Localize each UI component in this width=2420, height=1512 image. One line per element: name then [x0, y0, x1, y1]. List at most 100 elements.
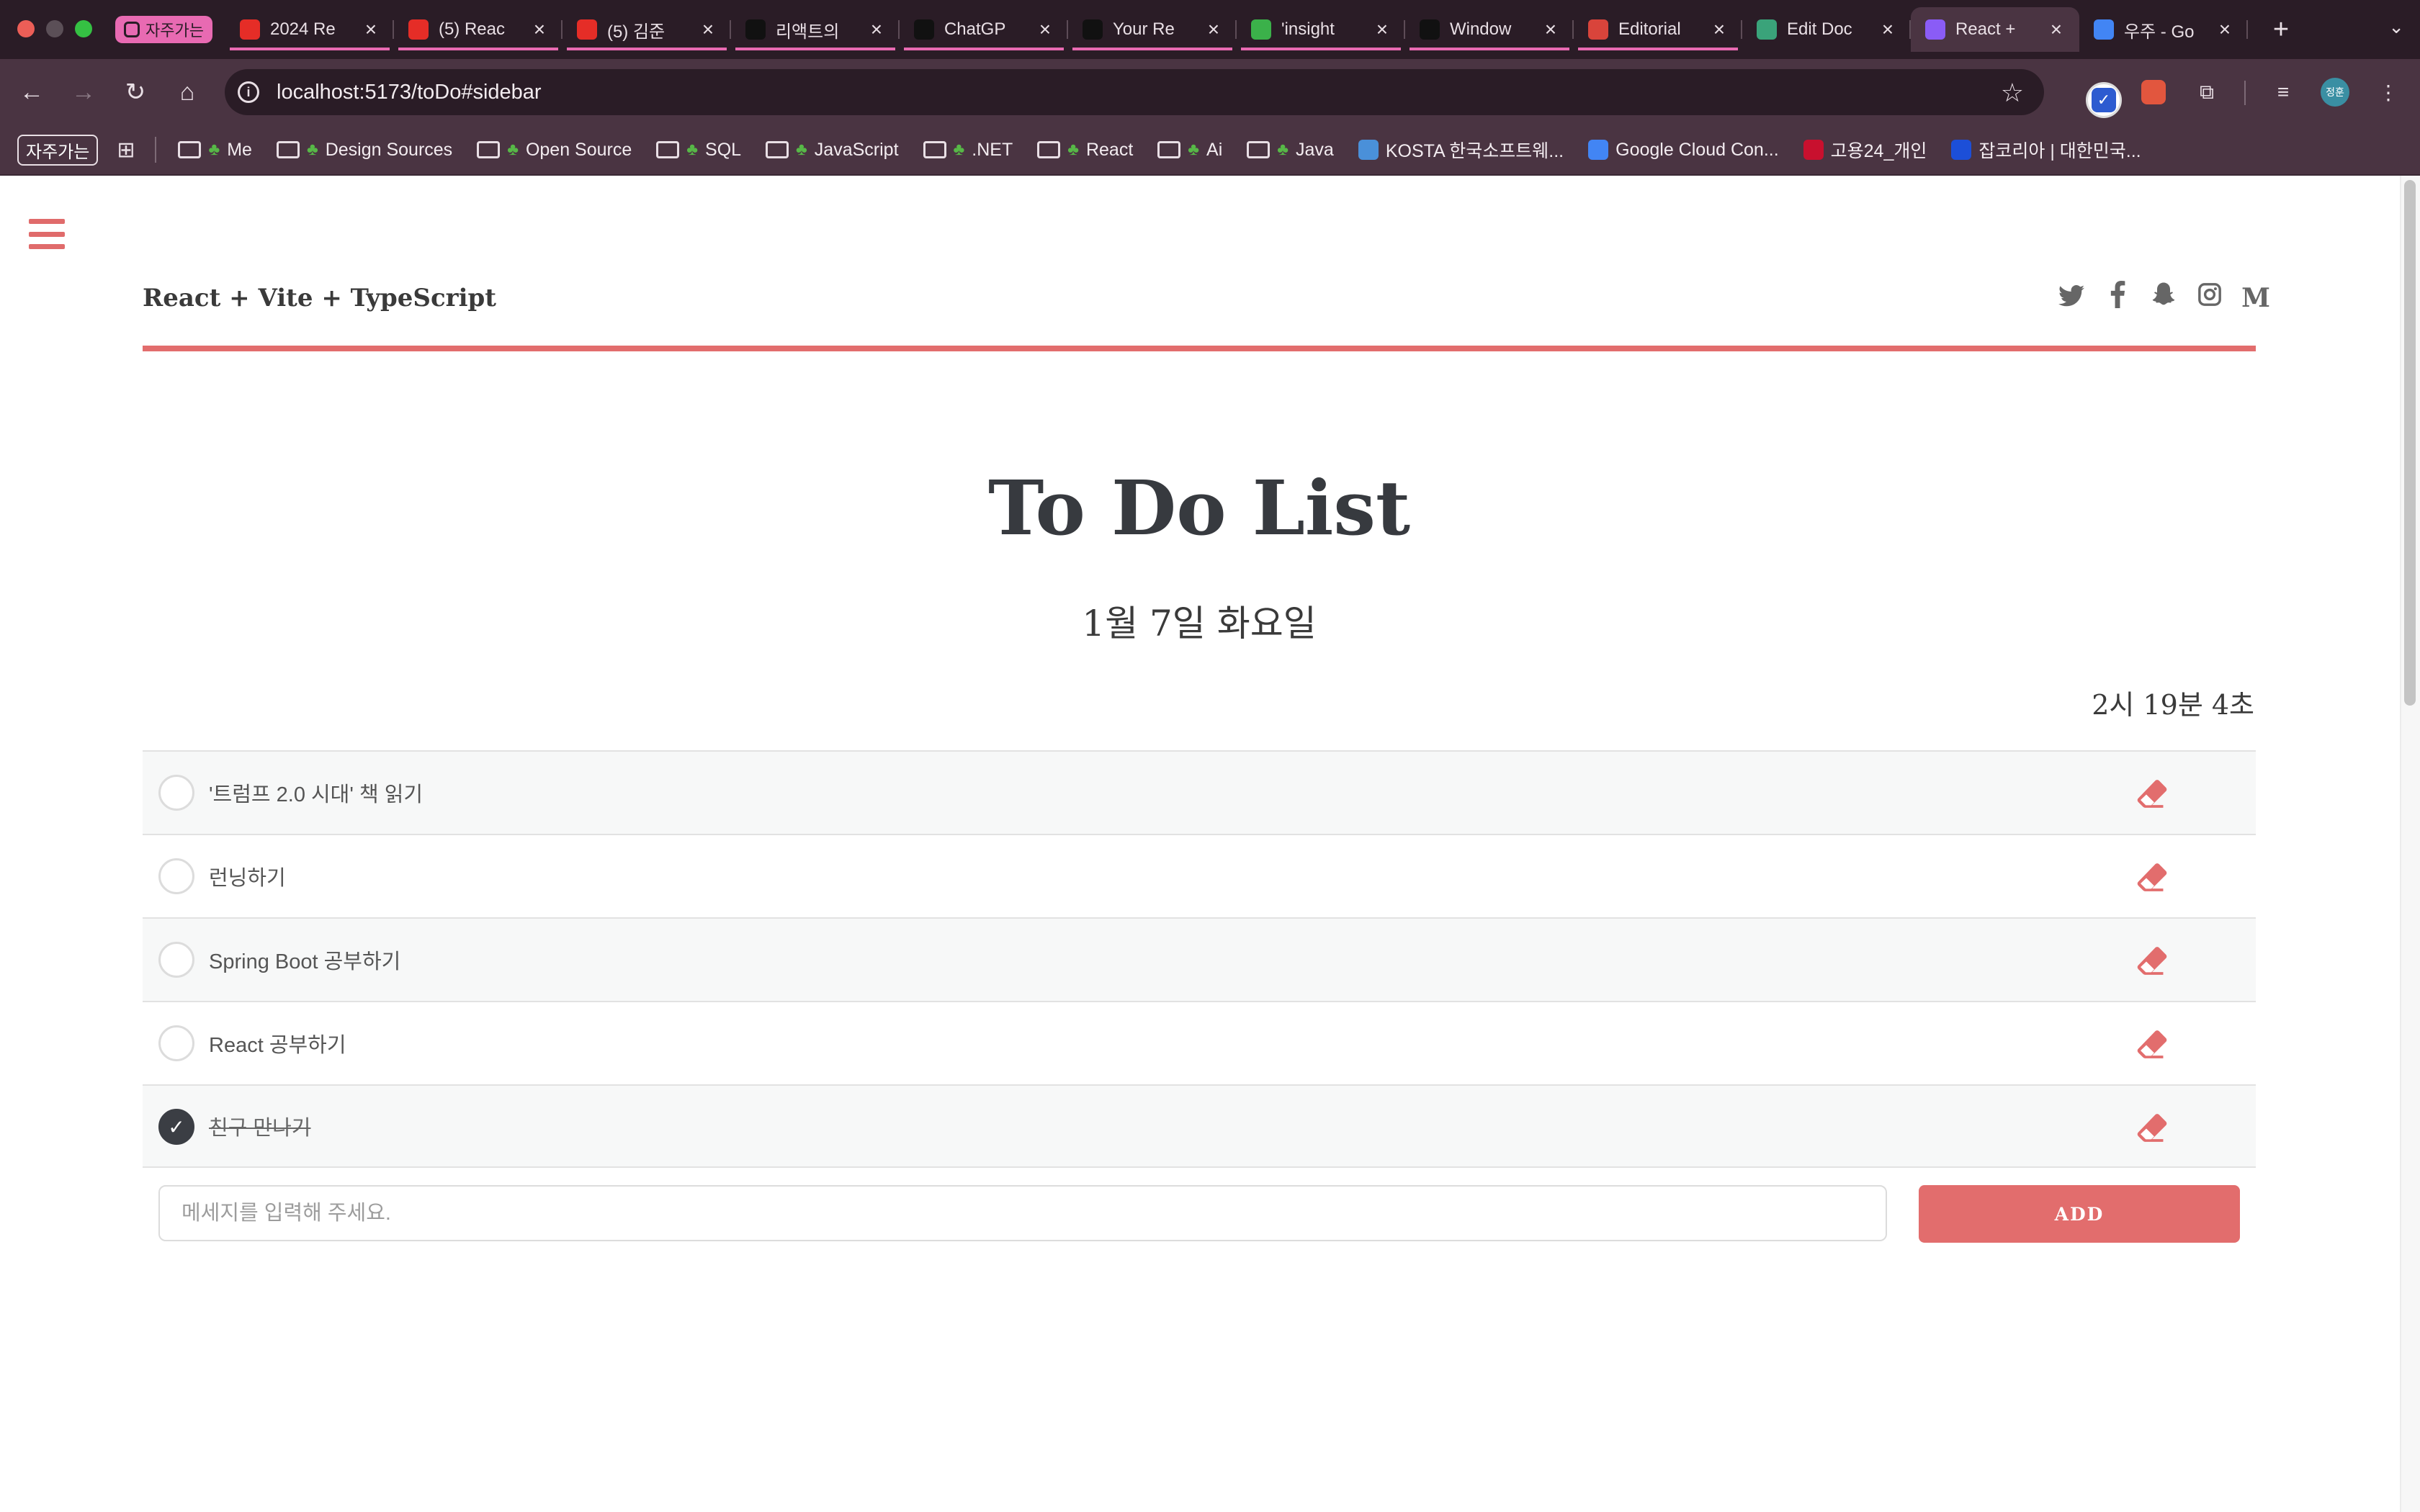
media-control-icon[interactable]: ≡: [2267, 76, 2299, 108]
checkbox[interactable]: [158, 1025, 194, 1061]
bookmark-item[interactable]: ♣ Open Source: [477, 140, 632, 161]
tab-favicon-icon: [1924, 19, 1945, 40]
browser-tab[interactable]: Editorial ×: [1574, 7, 1742, 52]
snapchat-icon[interactable]: [2149, 282, 2178, 314]
add-button[interactable]: ADD: [1919, 1185, 2240, 1243]
todo-text[interactable]: '트럼프 2.0 시대' 책 읽기: [209, 778, 423, 808]
browser-menu-icon[interactable]: ⋮: [2372, 76, 2404, 108]
browser-tab[interactable]: 2024 Re ×: [225, 7, 394, 52]
checked-checkbox-icon[interactable]: ✓: [158, 1109, 194, 1145]
tab-close-icon[interactable]: ×: [2216, 18, 2233, 41]
tab-close-icon[interactable]: ×: [868, 18, 885, 41]
browser-tab[interactable]: ChatGP ×: [900, 7, 1068, 52]
medium-icon[interactable]: M: [2241, 283, 2270, 313]
bookmark-item[interactable]: ♣ SQL: [656, 140, 741, 161]
tab-favicon-icon: [1419, 19, 1440, 40]
todo-input[interactable]: [160, 1187, 1886, 1240]
message-input-wrapper: [158, 1185, 1887, 1241]
tab-close-icon[interactable]: ×: [699, 18, 717, 41]
todo-text[interactable]: 런닝하기: [209, 861, 286, 891]
browser-tab[interactable]: React + ×: [1910, 7, 2079, 52]
maximize-window-button[interactable]: [75, 20, 92, 37]
twitter-icon[interactable]: [2057, 283, 2086, 313]
eraser-delete-icon[interactable]: [2136, 946, 2168, 975]
checkbox[interactable]: [158, 775, 194, 811]
checkbox[interactable]: [158, 858, 194, 894]
tab-close-icon[interactable]: ×: [1542, 18, 1559, 41]
eraser-delete-icon[interactable]: [2136, 1113, 2168, 1142]
tab-close-icon[interactable]: ×: [362, 18, 380, 41]
bookmark-item[interactable]: ♣ JavaScript: [766, 140, 899, 161]
browser-tab[interactable]: Your Re ×: [1068, 7, 1237, 52]
browser-tab[interactable]: (5) 김준 ×: [563, 7, 731, 52]
back-arrow-icon[interactable]: ←: [17, 78, 46, 107]
bookmark-label: Google Cloud Con...: [1615, 139, 1779, 160]
apps-grid-icon[interactable]: ⊞: [117, 138, 135, 163]
bookmark-label: Java: [1296, 139, 1334, 160]
browser-tab[interactable]: 리액트의 ×: [731, 7, 900, 52]
tab-search-chevron-icon[interactable]: ⌄: [2388, 16, 2404, 38]
tab-close-icon[interactable]: ×: [1711, 18, 1728, 41]
browser-tab-bar: 자주가는 2024 Re × (5) Reac × (5) 김준 × 리액트의 × ChatGP…: [0, 0, 2420, 59]
tab-close-icon[interactable]: ×: [531, 18, 548, 41]
tab-favicon-icon: [408, 19, 429, 40]
bookmark-item[interactable]: Google Cloud Con...: [1588, 140, 1779, 161]
extension-capture-icon[interactable]: [2138, 76, 2169, 108]
reload-icon[interactable]: ↻: [121, 78, 150, 107]
site-title[interactable]: React + Vite + TypeScript: [143, 284, 496, 312]
bookmark-group-chip[interactable]: 자주가는: [17, 134, 99, 166]
tab-close-icon[interactable]: ×: [1205, 18, 1222, 41]
bookmark-star-icon[interactable]: ☆: [2001, 78, 2024, 108]
tab-group-chip[interactable]: 자주가는: [115, 16, 212, 43]
tab-close-icon[interactable]: ×: [1373, 18, 1391, 41]
extension-check-icon[interactable]: ✓: [2086, 82, 2122, 118]
extensions-puzzle-icon[interactable]: ⧉: [2191, 76, 2223, 108]
todo-text[interactable]: Spring Boot 공부하기: [209, 945, 400, 975]
close-window-button[interactable]: [17, 20, 35, 37]
browser-tab[interactable]: Edit Doc ×: [1742, 7, 1911, 52]
profile-avatar[interactable]: 정훈: [2319, 76, 2351, 108]
tab-title: 2024 Re: [269, 19, 336, 39]
bookmark-item[interactable]: ♣ .NET: [923, 140, 1013, 161]
instagram-icon[interactable]: [2195, 282, 2224, 313]
bookmark-item[interactable]: 고용24_개인: [1803, 137, 1927, 163]
tab-close-icon[interactable]: ×: [1036, 18, 1054, 41]
tab-close-icon[interactable]: ×: [1879, 18, 1896, 41]
todo-list: '트럼프 2.0 시대' 책 읽기런닝하기 Spring Boot 공부하기 Rea…: [143, 750, 2256, 1168]
bookmark-item[interactable]: 잡코리아 | 대한민국...: [1951, 137, 2141, 163]
checkbox[interactable]: [158, 942, 194, 978]
browser-tab[interactable]: (5) Reac ×: [394, 7, 563, 52]
clover-icon: ♣: [686, 140, 699, 159]
bookmark-item[interactable]: ♣ React: [1037, 140, 1133, 161]
home-icon[interactable]: ⌂: [173, 78, 202, 107]
site-info-icon[interactable]: i: [238, 81, 259, 103]
folder-icon: [477, 141, 501, 158]
browser-tab[interactable]: Window ×: [1405, 7, 1574, 52]
scrollbar-thumb[interactable]: [2404, 180, 2416, 706]
clover-icon: ♣: [953, 140, 965, 159]
tab-favicon-icon: [1756, 19, 1777, 40]
minimize-window-button[interactable]: [46, 20, 63, 37]
bookmark-item[interactable]: ♣ Me: [178, 139, 252, 161]
browser-tab[interactable]: 'insight ×: [1237, 7, 1405, 52]
bookmark-label: Me: [227, 139, 252, 160]
hamburger-menu-icon[interactable]: [29, 219, 65, 249]
todo-text[interactable]: 친구 만나기: [209, 1111, 310, 1141]
eraser-delete-icon[interactable]: [2136, 863, 2168, 891]
tab-close-icon[interactable]: ×: [2048, 18, 2065, 41]
address-bar[interactable]: i localhost:5173/toDo#sidebar ☆: [225, 69, 2044, 115]
todo-text[interactable]: React 공부하기: [209, 1028, 346, 1058]
browser-tab[interactable]: 우주 - Go ×: [2079, 7, 2248, 52]
bookmark-label: Open Source: [525, 139, 632, 160]
new-tab-icon[interactable]: +: [2267, 14, 2295, 45]
bookmark-item[interactable]: ♣ Java: [1247, 140, 1334, 161]
facebook-icon[interactable]: [2103, 281, 2132, 315]
bookmark-item[interactable]: KOSTA 한국소프트웨...: [1358, 137, 1564, 163]
bookmark-item[interactable]: ♣ Design Sources: [276, 140, 452, 161]
address-url[interactable]: localhost:5173/toDo#sidebar: [277, 81, 542, 104]
eraser-delete-icon[interactable]: [2136, 779, 2168, 808]
page-scrollbar[interactable]: [2400, 176, 2420, 1512]
bookmark-item[interactable]: ♣ Ai: [1157, 140, 1222, 161]
eraser-delete-icon[interactable]: [2136, 1030, 2168, 1058]
forward-arrow-icon[interactable]: →: [69, 78, 98, 107]
